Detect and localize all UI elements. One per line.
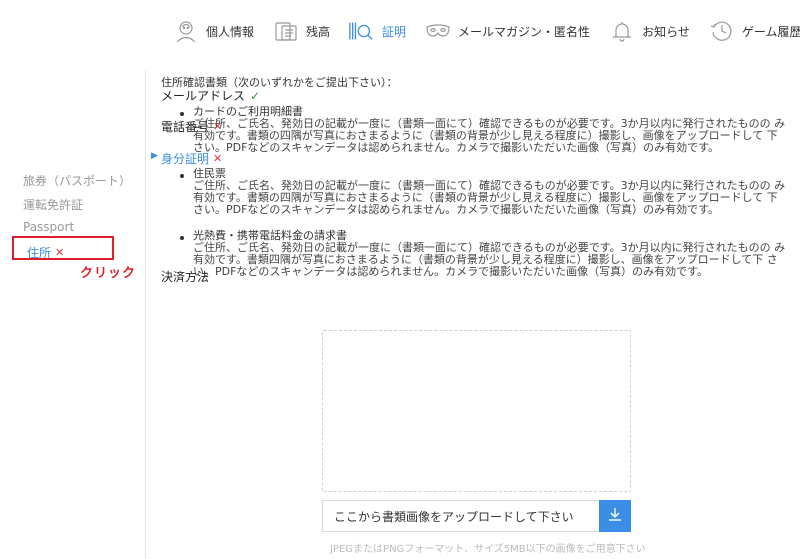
sidebar-item-passport-jp[interactable]: 旅券（パスポート） — [23, 172, 131, 189]
upload-bar: ここから書類画像をアップロードして下さい — [322, 500, 631, 532]
top-navigation: 個人情報 残高 証明 メールマガジン・匿名性 お知らせ ゲーム履歴 — [172, 14, 800, 48]
nav-item-notifications[interactable]: お知らせ — [608, 17, 690, 45]
click-annotation: クリック — [80, 266, 137, 281]
nav-label: ゲーム履歴 — [741, 24, 800, 39]
intro-text: 住所確認書類（次のいずれかをご提出下さい）： — [161, 76, 398, 89]
sidebar-item-drivers-license[interactable]: 運転免許証 — [23, 196, 83, 213]
document-description: ご住所、ご氏名、発効日の記載が一度に（書類一面にて）確認できるものが必要です。3… — [193, 179, 786, 216]
list-item: 住民票 ご住所、ご氏名、発効日の記載が一度に（書類一面にて）確認できるものが必要… — [161, 168, 791, 216]
nav-item-balance[interactable]: 残高 — [272, 17, 330, 45]
upload-field[interactable]: ここから書類画像をアップロードして下さい — [322, 500, 599, 532]
person-icon — [172, 17, 200, 45]
mask-icon — [424, 17, 452, 45]
nav-label: メールマガジン・匿名性 — [458, 24, 591, 39]
nav-label: お知らせ — [642, 24, 690, 39]
main-content: 住所確認書類（次のいずれかをご提出下さい）： カードのご利用明細書 ご住所、ご氏… — [161, 76, 791, 292]
list-item: 光熱費・携帯電話料金の請求書 ご住所、ご氏名、発効日の記載が一度に（書類一面にて… — [161, 230, 791, 278]
sidebar-item-passport[interactable]: Passport — [23, 220, 74, 234]
nav-label: 証明 — [382, 24, 407, 39]
id-card-icon — [348, 17, 376, 45]
wallet-icon — [272, 17, 300, 45]
document-description: ご住所、ご氏名、発効日の記載が一度に（書類一面にて）確認できるものが必要です。3… — [193, 117, 786, 154]
caret-right-icon: ▶ — [151, 151, 158, 161]
upload-button[interactable] — [599, 500, 631, 532]
highlight-box — [12, 236, 114, 260]
nav-label: 個人情報 — [206, 24, 255, 39]
download-arrow-icon — [607, 506, 623, 526]
upload-note: JPEGまたはPNGフォーマット、サイズ5MB以下の画像をご用意下さい — [330, 544, 646, 555]
sidebar-item-label: Passport — [23, 220, 75, 234]
nav-item-personal-info[interactable]: 個人情報 — [172, 17, 254, 45]
history-icon — [708, 17, 736, 45]
upload-dropzone[interactable] — [322, 330, 631, 492]
sidebar: メールアドレス ✓ 電話番号 ✕ ▶ 身分証明 ✕ 旅券（パスポート） 運転免許… — [0, 70, 260, 559]
document-description: ご住所、ご氏名、発効日の記載が一度に（書類一面にて）確認できるものが必要です。3… — [193, 241, 786, 278]
bell-icon — [608, 17, 636, 45]
nav-item-verification[interactable]: 証明 — [348, 17, 406, 45]
document-list: カードのご利用明細書 ご住所、ご氏名、発効日の記載が一度に（書類一面にて）確認で… — [161, 106, 791, 278]
nav-label: 残高 — [306, 24, 331, 39]
nav-item-newsletter[interactable]: メールマガジン・匿名性 — [424, 17, 590, 45]
sidebar-item-label: 旅券（パスポート） — [23, 174, 132, 188]
nav-item-game-history[interactable]: ゲーム履歴 — [708, 17, 800, 45]
sidebar-item-label: 運転免許証 — [23, 198, 84, 212]
list-item: カードのご利用明細書 ご住所、ご氏名、発効日の記載が一度に（書類一面にて）確認で… — [161, 106, 791, 154]
